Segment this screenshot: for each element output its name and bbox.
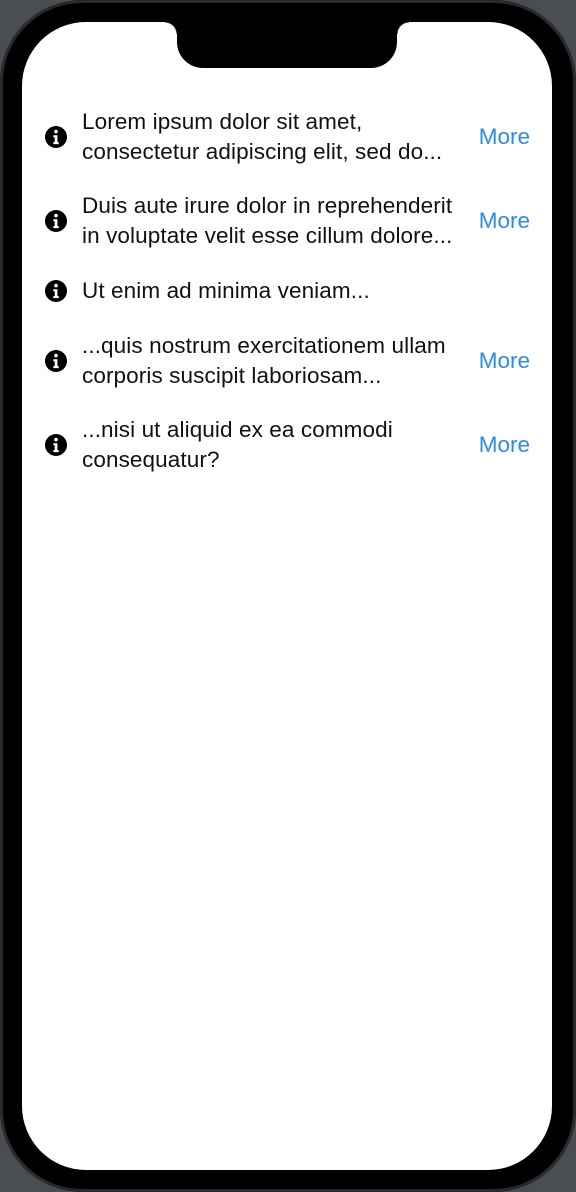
device-frame: Lorem ipsum dolor sit amet, consectetur …	[0, 0, 576, 1192]
list-item-line: ...nisi ut aliquid ex ea commodi	[82, 417, 393, 442]
more-button[interactable]: More	[479, 348, 530, 374]
list-item-line: Lorem ipsum dolor sit amet,	[82, 109, 363, 134]
list-item: Lorem ipsum dolor sit amet, consectetur …	[22, 108, 552, 166]
info-circle-icon	[45, 280, 67, 302]
device-notch	[165, 22, 409, 68]
list-item-line: corporis suscipit laboriosam...	[82, 363, 382, 388]
list-item-text: Ut enim ad minima veniam...	[82, 276, 530, 306]
list-item-text: Duis aute irure dolor in reprehenderit i…	[82, 191, 469, 251]
more-button[interactable]: More	[479, 432, 530, 458]
list-item: ...quis nostrum exercitationem ullam cor…	[22, 332, 552, 390]
list-item: Ut enim ad minima veniam...	[22, 276, 552, 306]
list-item-line: Ut enim ad minima veniam...	[82, 278, 370, 303]
list-item-text: Lorem ipsum dolor sit amet, consectetur …	[82, 107, 469, 167]
list-item-text: ...nisi ut aliquid ex ea commodi consequ…	[82, 415, 469, 475]
list-item-line: Duis aute irure dolor in reprehenderit	[82, 193, 453, 218]
info-circle-icon	[45, 210, 67, 232]
more-button[interactable]: More	[479, 208, 530, 234]
more-button[interactable]: More	[479, 124, 530, 150]
list-item-line: ...quis nostrum exercitationem ullam	[82, 333, 446, 358]
list-item: Duis aute irure dolor in reprehenderit i…	[22, 192, 552, 250]
list-item-line: consectetur adipiscing elit, sed do...	[82, 139, 443, 164]
info-list: Lorem ipsum dolor sit amet, consectetur …	[22, 108, 552, 474]
info-circle-icon	[45, 126, 67, 148]
list-item: ...nisi ut aliquid ex ea commodi consequ…	[22, 416, 552, 474]
list-item-text: ...quis nostrum exercitationem ullam cor…	[82, 331, 469, 391]
list-item-line: consequatur?	[82, 447, 220, 472]
info-circle-icon	[45, 434, 67, 456]
list-item-line: in voluptate velit esse cillum dolore...	[82, 223, 453, 248]
info-circle-icon	[45, 350, 67, 372]
screen: Lorem ipsum dolor sit amet, consectetur …	[22, 22, 552, 1170]
